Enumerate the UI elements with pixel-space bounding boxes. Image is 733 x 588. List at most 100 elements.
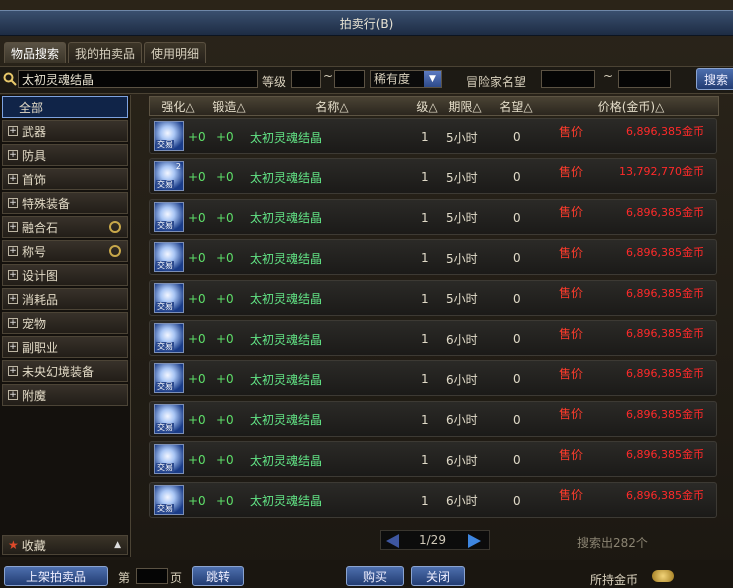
level-max-input[interactable] (334, 70, 365, 88)
crystal-item-icon[interactable]: 交易 (154, 323, 184, 353)
expand-icon[interactable]: + (8, 342, 18, 352)
crystal-item-icon[interactable]: 交易 (154, 242, 184, 273)
table-row[interactable]: 交易 +0 +0 太初灵魂结晶 1 6小时 0 售价 6,896,385金币 (149, 320, 717, 356)
list-item-button[interactable]: 上架拍卖品 (4, 566, 108, 586)
window-title: 拍卖行(B) (339, 16, 394, 31)
col-fame[interactable]: 名望△ (488, 97, 544, 115)
col-forge[interactable]: 锻造△ (206, 97, 252, 115)
level-min-input[interactable] (291, 70, 321, 88)
crystal-item-icon[interactable]: 交易 (154, 201, 184, 232)
expand-icon[interactable]: + (8, 270, 18, 280)
expand-icon[interactable]: + (8, 294, 18, 304)
table-row[interactable]: 2 交易 +0 +0 太初灵魂结晶 1 5小时 0 售价 13,792,770金币 (149, 158, 717, 195)
table-row[interactable]: 交易 +0 +0 太初灵魂结晶 1 5小时 0 售价 6,896,385金币 (149, 118, 717, 154)
rarity-select[interactable]: 稀有度 ▼ (370, 70, 442, 88)
sale-label: 售价 (559, 124, 584, 139)
item-name[interactable]: 太初灵魂结晶 (250, 483, 322, 519)
expand-icon[interactable]: + (8, 366, 18, 376)
magnifier-icon[interactable] (109, 221, 121, 233)
crystal-item-icon[interactable]: 交易 (154, 444, 184, 475)
favorites-bar[interactable]: ★ 收藏 ▲ (2, 535, 128, 555)
item-name[interactable]: 太初灵魂结晶 (250, 159, 322, 195)
expand-icon[interactable]: + (8, 246, 18, 256)
col-duration[interactable]: 期限△ (442, 97, 488, 115)
item-name[interactable]: 太初灵魂结晶 (250, 200, 322, 236)
item-fame: 0 (513, 453, 521, 468)
expand-icon[interactable]: + (8, 318, 18, 328)
col-level[interactable]: 级△ (412, 97, 442, 115)
category-weapon[interactable]: + 武器 (2, 120, 128, 142)
crystal-item-icon[interactable]: 交易 (154, 121, 184, 151)
category-accessory[interactable]: + 首饰 (2, 168, 128, 190)
forge-value: +0 (216, 372, 234, 387)
buy-button[interactable]: 购买 (346, 566, 404, 586)
tab-usage-details[interactable]: 使用明细 (144, 42, 207, 63)
jump-button[interactable]: 跳转 (192, 566, 244, 586)
table-row[interactable]: 交易 +0 +0 太初灵魂结晶 1 6小时 0 售价 6,896,385金币 (149, 441, 717, 478)
expand-icon[interactable]: + (8, 126, 18, 136)
category-fusion-stone[interactable]: + 融合石 (2, 216, 128, 238)
category-weiyang-equipment[interactable]: + 未央幻境装备 (2, 360, 128, 382)
expand-icon[interactable]: + (8, 198, 18, 208)
tab-item-search[interactable]: 物品搜索 (4, 42, 67, 63)
enhance-value: +0 (188, 291, 206, 306)
item-name[interactable]: 太初灵魂结晶 (250, 321, 322, 357)
fame-max-input[interactable] (618, 70, 671, 88)
chevron-up-icon[interactable]: ▲ (114, 540, 121, 550)
item-fame: 0 (513, 493, 521, 508)
item-duration: 5小时 (446, 292, 478, 307)
page-number-input[interactable] (136, 568, 168, 584)
item-name[interactable]: 太初灵魂结晶 (250, 281, 322, 317)
table-row[interactable]: 交易 +0 +0 太初灵魂结晶 1 6小时 0 售价 6,896,385金币 (149, 360, 717, 397)
item-quantity: 2 (175, 162, 181, 172)
crystal-item-icon[interactable]: 2 交易 (154, 161, 184, 192)
expand-icon[interactable]: + (8, 174, 18, 184)
fame-min-input[interactable] (541, 70, 595, 88)
expand-icon[interactable]: + (8, 390, 18, 400)
category-consumable[interactable]: + 消耗品 (2, 288, 128, 310)
sale-label: 售价 (559, 488, 584, 503)
table-row[interactable]: 交易 +0 +0 太初灵魂结晶 1 5小时 0 售价 6,896,385金币 (149, 198, 717, 236)
item-level: 1 (421, 170, 429, 185)
item-name[interactable]: 太初灵魂结晶 (250, 240, 322, 276)
item-name[interactable]: 太初灵魂结晶 (250, 119, 322, 155)
category-all[interactable]: 全部 (2, 96, 128, 118)
category-enchant[interactable]: + 附魔 (2, 384, 128, 406)
magnifier-icon[interactable] (109, 245, 121, 257)
search-button[interactable]: 搜索 (696, 68, 733, 90)
crystal-item-icon[interactable]: 交易 (154, 484, 184, 515)
tab-my-auctions[interactable]: 我的拍卖品 (68, 42, 143, 63)
col-name[interactable]: 名称△ (252, 97, 412, 115)
category-sub-profession[interactable]: + 副职业 (2, 336, 128, 358)
prev-page-icon[interactable] (386, 534, 399, 548)
table-row[interactable]: 交易 +0 +0 太初灵魂结晶 1 6小时 0 售价 6,896,385金币 (149, 400, 717, 438)
item-name[interactable]: 太初灵魂结晶 (250, 361, 322, 397)
table-row[interactable]: 交易 +0 +0 太初灵魂结晶 1 5小时 0 售价 6,896,385金币 (149, 239, 717, 276)
table-row[interactable]: 交易 +0 +0 太初灵魂结晶 1 6小时 0 售价 6,896,385金币 (149, 481, 717, 519)
crystal-item-icon[interactable]: 交易 (154, 363, 184, 394)
category-blueprint[interactable]: + 设计图 (2, 264, 128, 286)
chevron-down-icon[interactable]: ▼ (424, 71, 441, 87)
trade-tag: 交易 (156, 382, 174, 392)
expand-icon[interactable]: + (8, 222, 18, 232)
item-level: 1 (421, 251, 429, 266)
item-price: 13,792,770金币 (619, 165, 704, 179)
category-pet[interactable]: + 宠物 (2, 312, 128, 334)
item-name[interactable]: 太初灵魂结晶 (250, 442, 322, 478)
next-page-icon[interactable] (468, 534, 481, 548)
adventurer-fame-label: 冒险家名望 (466, 75, 527, 89)
item-duration: 6小时 (446, 413, 478, 428)
title-bar[interactable]: 拍卖行(B) (0, 10, 733, 36)
close-button[interactable]: 关闭 (411, 566, 465, 586)
item-name[interactable]: 太初灵魂结晶 (250, 402, 322, 438)
table-row[interactable]: 交易 +0 +0 太初灵魂结晶 1 5小时 0 售价 6,896,385金币 (149, 279, 717, 317)
category-armor[interactable]: + 防具 (2, 144, 128, 166)
crystal-item-icon[interactable]: 交易 (154, 282, 184, 313)
category-title[interactable]: + 称号 (2, 240, 128, 262)
crystal-item-icon[interactable]: 交易 (154, 403, 184, 434)
expand-icon[interactable]: + (8, 150, 18, 160)
search-input[interactable]: 太初灵魂结晶 (18, 70, 258, 88)
col-enhance[interactable]: 强化△ (150, 97, 206, 115)
trade-tag: 交易 (156, 463, 174, 473)
category-special-equipment[interactable]: + 特殊装备 (2, 192, 128, 214)
